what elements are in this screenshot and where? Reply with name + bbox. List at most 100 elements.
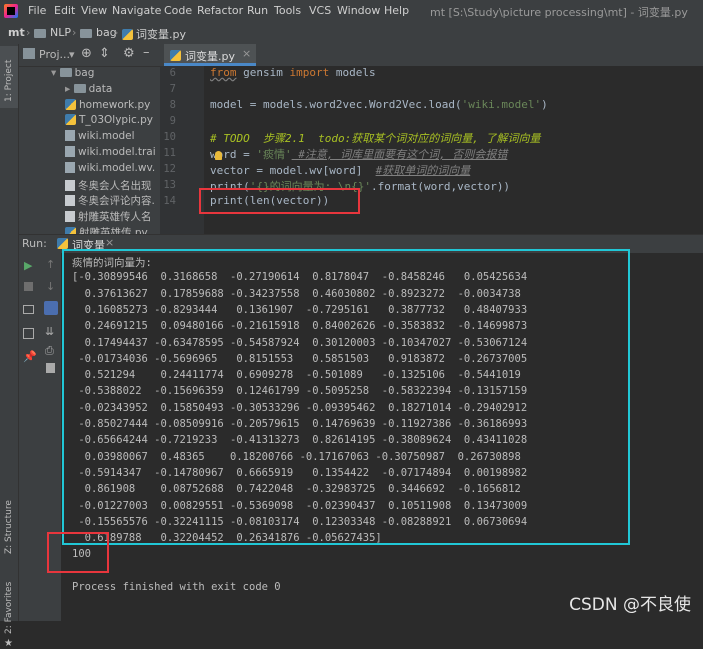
menu-navigate[interactable]: Navigate bbox=[112, 4, 161, 17]
tree-file[interactable]: wiki.model bbox=[65, 130, 135, 146]
chevron-right-icon: › bbox=[72, 26, 77, 39]
print-icon[interactable]: ⎙ bbox=[45, 344, 54, 358]
code-comment: #获取单词的词向量 bbox=[375, 164, 471, 177]
chevron-down-icon[interactable]: ▾ bbox=[69, 48, 75, 61]
menu-code[interactable]: Code bbox=[164, 4, 192, 17]
tree-file[interactable]: 射雕英雄传人名 bbox=[65, 209, 152, 225]
structure-tool-label[interactable]: Z: Structure bbox=[4, 500, 14, 554]
chevron-right-icon: › bbox=[26, 26, 31, 39]
menu-edit[interactable]: Edit bbox=[54, 4, 75, 17]
string-literal: '痰情' bbox=[256, 148, 292, 161]
crosshair-icon[interactable]: ⊕ bbox=[81, 46, 92, 61]
chevron-right-icon[interactable]: ▸ bbox=[65, 83, 74, 95]
star-icon[interactable]: ★ bbox=[4, 638, 13, 649]
soft-wrap-icon[interactable] bbox=[44, 301, 58, 315]
line-number: 13 bbox=[163, 179, 176, 191]
stop-icon[interactable] bbox=[24, 282, 33, 291]
line-number: 11 bbox=[163, 147, 176, 159]
menu-run[interactable]: Run bbox=[247, 4, 268, 17]
chevron-right-icon: › bbox=[114, 26, 119, 39]
file-icon bbox=[65, 195, 75, 207]
chevron-down-icon[interactable]: ▾ bbox=[51, 67, 60, 79]
python-file-icon bbox=[65, 227, 76, 234]
folder-icon bbox=[73, 83, 86, 93]
highlight-box-length-output bbox=[47, 532, 109, 573]
tree-file[interactable]: homework.py bbox=[65, 98, 151, 115]
string-literal: 'wiki.model' bbox=[461, 98, 542, 111]
line-number: 12 bbox=[163, 163, 176, 175]
rerun-icon[interactable]: ▶ bbox=[24, 259, 32, 272]
run-label: Run: bbox=[22, 237, 47, 250]
scroll-to-end-icon[interactable]: ⇊ bbox=[45, 325, 54, 338]
menu-help[interactable]: Help bbox=[384, 4, 409, 17]
tree-item-label: T_03Olypic.py bbox=[79, 114, 153, 127]
tree-folder[interactable]: ▸ data bbox=[65, 83, 112, 99]
gear-icon[interactable]: ⚙ bbox=[123, 46, 135, 61]
tree-item-label: wiki.model.wv. bbox=[78, 161, 156, 174]
tree-item-label: wiki.model.trai bbox=[78, 146, 156, 158]
tree-file[interactable]: 冬奥会人名出现 bbox=[65, 178, 152, 194]
layout-icon[interactable] bbox=[23, 305, 34, 314]
code-text: ) bbox=[541, 98, 548, 111]
menu-window[interactable]: Window bbox=[337, 4, 380, 17]
project-view-selector[interactable]: Proj... bbox=[39, 48, 70, 61]
tree-item-label: homework.py bbox=[79, 98, 151, 111]
breadcrumb-project[interactable]: mt bbox=[8, 26, 25, 39]
tree-file[interactable]: 射雕英雄传.py bbox=[65, 225, 148, 234]
tree-item-label: wiki.model bbox=[78, 130, 135, 143]
menu-vcs[interactable]: VCS bbox=[309, 4, 331, 17]
tree-item-label: 射雕英雄传人名 bbox=[78, 211, 152, 224]
code-text: .format(word,vector)) bbox=[370, 180, 511, 193]
tree-item-label: 射雕英雄传.py bbox=[79, 227, 148, 234]
code-text: model = models.word2vec.Word2Vec.load( bbox=[210, 98, 462, 111]
highlight-box-print-len bbox=[199, 188, 360, 214]
tree-folder[interactable]: ▾ bag bbox=[51, 67, 94, 83]
minimize-icon[interactable]: – bbox=[143, 45, 150, 60]
breadcrumb-nlp[interactable]: NLP bbox=[50, 26, 71, 39]
keyword-import: import bbox=[289, 66, 330, 79]
tree-file[interactable]: 冬奥会评论内容. bbox=[65, 193, 155, 209]
tree-item-label: bag bbox=[74, 67, 95, 79]
window-title: mt [S:\Study\picture processing\mt] - 词变… bbox=[430, 6, 688, 19]
project-tree: ▾ bag ▸ data homework.py T_03Olypic.py wiki.… bbox=[19, 66, 160, 234]
breadcrumb-file[interactable]: 词变量.py bbox=[136, 26, 186, 42]
tree-file[interactable]: wiki.model.trai bbox=[65, 146, 156, 162]
trash-icon[interactable] bbox=[46, 363, 55, 373]
code-text: vector = model.wv[word] bbox=[210, 164, 376, 177]
lightbulb-icon[interactable] bbox=[215, 151, 222, 160]
title-bar: File Edit View Navigate Code Refactor Ru… bbox=[0, 0, 703, 24]
highlight-box-vector-output bbox=[62, 249, 630, 545]
file-icon bbox=[65, 161, 75, 173]
restore-layout-icon[interactable] bbox=[23, 328, 34, 339]
close-icon[interactable]: × bbox=[105, 236, 114, 249]
favorites-tool-label[interactable]: 2: Favorites bbox=[4, 582, 14, 634]
tree-file[interactable]: T_03Olypic.py bbox=[65, 114, 153, 130]
breadcrumb: mt › NLP › bag › 词变量.py bbox=[0, 23, 703, 45]
folder-icon bbox=[59, 68, 72, 77]
menu-file[interactable]: File bbox=[28, 4, 46, 17]
arrow-up-icon[interactable]: ↑ bbox=[46, 258, 55, 271]
import-name: models bbox=[329, 66, 376, 79]
line-number: 6 bbox=[169, 67, 176, 79]
file-icon bbox=[65, 211, 75, 223]
collapse-all-icon[interactable]: ⇕ bbox=[99, 46, 110, 61]
tab-editor-file[interactable]: 词变量.py × bbox=[164, 44, 256, 66]
line-number: 14 bbox=[163, 195, 176, 207]
file-icon bbox=[65, 146, 75, 157]
code-line-8: model = models.word2vec.Word2Vec.load('w… bbox=[210, 98, 548, 111]
project-tool-label[interactable]: 1: Project bbox=[4, 60, 14, 102]
keyword-from: from bbox=[210, 66, 237, 79]
file-icon bbox=[65, 130, 75, 142]
tree-file[interactable]: wiki.model.wv. bbox=[65, 161, 156, 178]
menu-view[interactable]: View bbox=[81, 4, 107, 17]
arrow-down-icon[interactable]: ↓ bbox=[46, 280, 55, 293]
close-icon[interactable]: × bbox=[242, 47, 251, 60]
tab-label: 词变量.py bbox=[185, 50, 235, 63]
menu-tools[interactable]: Tools bbox=[274, 4, 301, 17]
project-panel: ▾ bag ▸ data homework.py T_03Olypic.py wiki.… bbox=[19, 44, 160, 234]
python-file-icon bbox=[170, 49, 184, 62]
line-number: 10 bbox=[163, 131, 176, 143]
menu-refactor[interactable]: Refactor bbox=[197, 4, 243, 17]
pin-icon[interactable]: 📌 bbox=[23, 350, 37, 363]
line-number: 7 bbox=[169, 83, 176, 95]
